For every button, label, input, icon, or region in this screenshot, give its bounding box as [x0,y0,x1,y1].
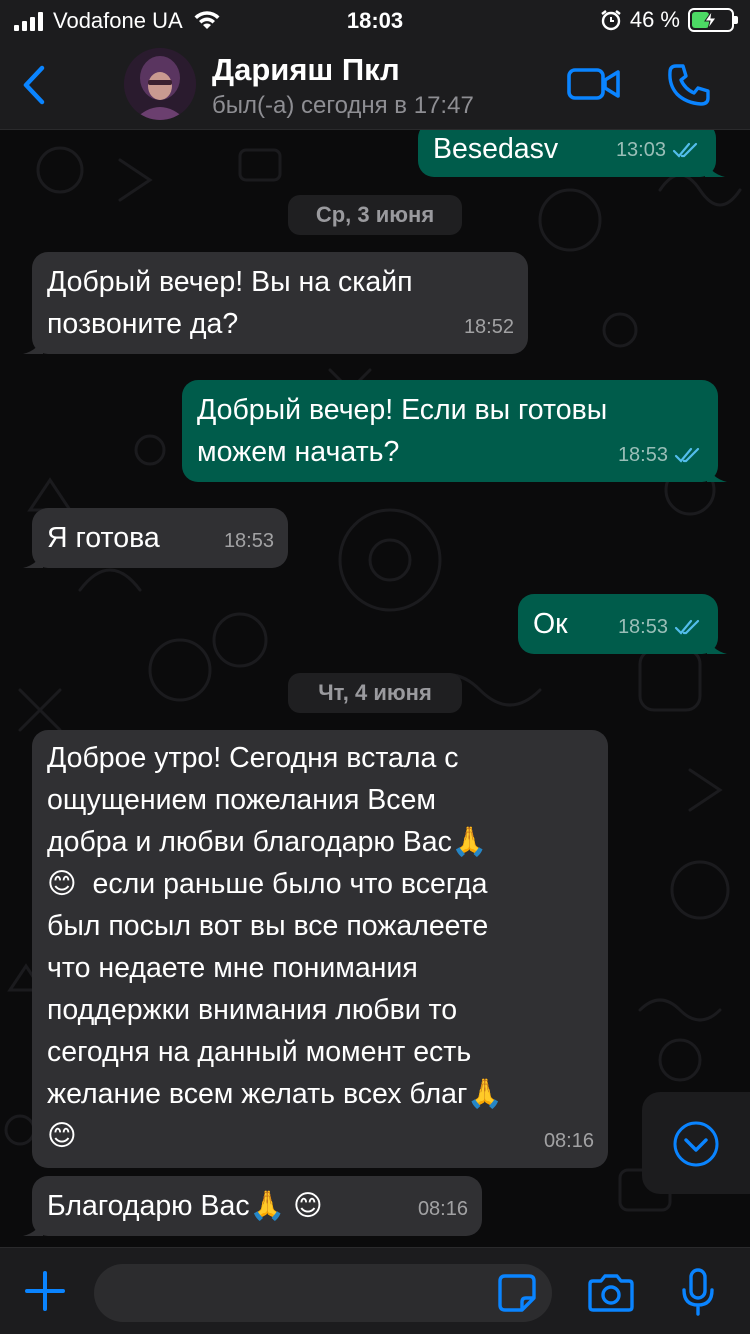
message-meta: 18:53 [618,434,704,476]
message-text-line: желание всем желать всех благ🙏 [47,1078,503,1110]
message-text-line: добра и любви благодарю Вас🙏 [47,826,488,858]
contact-avatar[interactable] [124,48,196,120]
message-time: 13:03 [615,139,666,161]
contact-name[interactable]: Дарияш Пкл [212,52,400,88]
date-separator: Ср, 3 июня [288,195,462,235]
camera-icon[interactable] [586,1272,636,1314]
message-time: 18:53 [617,444,668,466]
message-time: 18:53 [223,530,274,552]
message-meta: 18:53 [618,606,704,648]
plus-icon[interactable] [24,1270,66,1312]
message-bubble-incoming[interactable]: Доброе утро! Сегодня встала с ощущением … [32,730,608,1168]
video-call-icon[interactable] [566,64,622,104]
last-seen-status: был(-а) сегодня в 17:47 [212,92,474,119]
message-text-line: был посыл вот вы все пожалеете [47,910,489,942]
message-text-line: позвоните да? [47,308,239,340]
read-receipt-icon [674,619,700,635]
message-time: 08:16 [417,1198,468,1220]
message-meta: 08:16 [418,1188,468,1230]
message-text-line: Доброе утро! Сегодня встала с [47,742,459,774]
message-text-line: 😊 если раньше было что всегда [47,868,488,900]
read-receipt-icon [672,142,698,158]
bubble-tail [23,1218,43,1236]
bubble-tail [23,336,43,354]
bubble-tail [707,464,727,482]
alarm-icon [601,10,621,31]
message-text-line: поддержки внимания любви то [47,994,458,1026]
message-meta: 18:53 [224,520,274,562]
message-list[interactable]: Besedasv 13:03 Ср, 3 июня Добрый вечер! … [0,130,750,1247]
scroll-to-bottom-button[interactable] [642,1092,750,1194]
microphone-icon[interactable] [680,1268,716,1318]
status-bar: Vodafone UA 18:03 46 % [0,0,750,40]
message-text-line: Добрый вечер! Вы на скайп [47,266,413,298]
message-bubble-incoming[interactable]: Добрый вечер! Вы на скайп позвоните да? … [23,252,528,354]
read-receipt-icon [674,447,700,463]
sticker-icon[interactable] [496,1272,538,1314]
composer-bar [0,1247,750,1334]
chat-header: Дарияш Пкл был(-а) сегодня в 17:47 [0,40,750,130]
chevron-down-circle-icon [673,1121,719,1167]
message-meta: 13:03 [616,130,702,171]
message-text-line: что недаете мне понимания [47,952,418,984]
message-input[interactable] [94,1264,552,1322]
bubble-tail [705,159,725,177]
message-time: 08:16 [543,1130,594,1152]
chat-screen: Vodafone UA 18:03 46 % Дарияш Пкл был(-а… [0,0,750,1334]
phone-call-icon[interactable] [666,62,712,108]
message-meta: 08:16 [544,1120,594,1162]
message-text-line: Добрый вечер! Если вы готовы [197,394,608,426]
message-bubble-incoming[interactable]: Я готова 18:53 [23,508,288,568]
date-separator: Чт, 4 июня [288,673,462,713]
message-text: Благодарю Вас🙏 😊 [47,1190,323,1222]
date-separator-label: Чт, 4 июня [318,680,432,705]
battery-percent: 46 % [629,7,680,32]
date-separator-label: Ср, 3 июня [315,202,435,227]
battery-charging-icon [688,8,738,32]
message-bubble-outgoing[interactable]: Ок 18:53 [518,594,727,654]
message-bubble-incoming[interactable]: Благодарю Вас🙏 😊 08:16 [23,1176,482,1236]
back-chevron-icon[interactable] [14,62,54,108]
message-text-line: 😊 [47,1120,77,1152]
message-time: 18:52 [463,316,514,338]
bubble-tail [23,550,43,568]
message-time: 18:53 [617,616,668,638]
message-text-line: сегодня на данный момент есть [47,1036,472,1068]
message-bubble-outgoing[interactable]: Добрый вечер! Если вы готовы можем начат… [182,380,727,482]
bubble-tail [707,636,727,654]
message-text-line: ощущением пожелания Всем [47,784,436,816]
message-meta: 18:52 [464,306,514,348]
message-bubble-outgoing[interactable]: Besedasv 13:03 [418,130,725,177]
